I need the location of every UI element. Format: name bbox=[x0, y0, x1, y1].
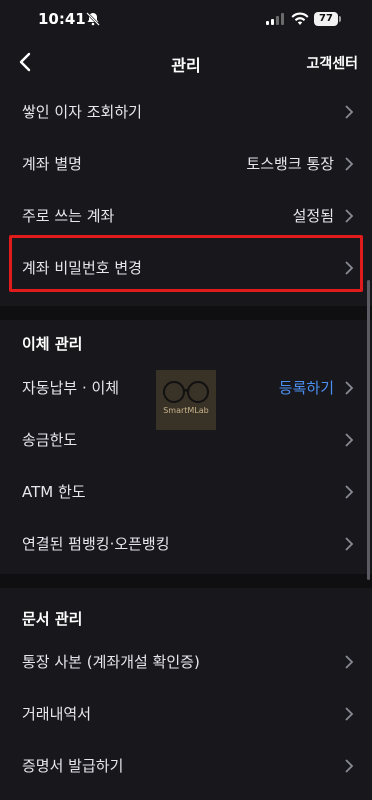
chevron-right-icon bbox=[345, 433, 354, 447]
status-time: 10:41 bbox=[38, 10, 86, 28]
watermark-text: SmartMLab bbox=[163, 406, 209, 415]
row-label: 증명서 발급하기 bbox=[22, 757, 124, 775]
chevron-right-icon bbox=[345, 537, 354, 551]
chevron-right-icon bbox=[345, 655, 354, 669]
row-label: 송금한도 bbox=[22, 431, 78, 449]
register-link[interactable]: 등록하기 bbox=[279, 377, 334, 398]
issue-certificate-row[interactable]: 증명서 발급하기 bbox=[0, 740, 372, 792]
wifi-icon bbox=[291, 12, 309, 25]
watermark-logo: SmartMLab bbox=[156, 370, 216, 430]
chevron-right-icon bbox=[345, 759, 354, 773]
row-label: 주로 쓰는 계좌 bbox=[22, 207, 115, 225]
chevron-right-icon bbox=[345, 157, 354, 171]
transaction-statement-row[interactable]: 거래내역서 bbox=[0, 688, 372, 740]
section-title-documents: 문서 관리 bbox=[22, 610, 83, 628]
interest-inquiry-row[interactable]: 쌓인 이자 조회하기 bbox=[0, 86, 372, 138]
atm-limit-row[interactable]: ATM 한도 bbox=[0, 466, 372, 518]
glasses-icon bbox=[163, 381, 209, 403]
passbook-copy-row[interactable]: 통장 사본 (계좌개설 확인증) bbox=[0, 636, 372, 688]
row-label: 쌓인 이자 조회하기 bbox=[22, 103, 142, 121]
row-label: 거래내역서 bbox=[22, 705, 92, 723]
row-label: 자동납부 · 이체 bbox=[22, 379, 120, 397]
battery-indicator: 77 bbox=[314, 12, 341, 26]
row-value: 토스뱅크 통장 bbox=[246, 155, 334, 173]
row-label: 연결된 펌뱅킹·오픈뱅킹 bbox=[22, 535, 170, 553]
chevron-right-icon bbox=[345, 105, 354, 119]
cellular-signal-icon bbox=[266, 13, 284, 25]
row-label: 계좌 별명 bbox=[22, 155, 82, 173]
section-divider bbox=[0, 574, 372, 588]
chevron-right-icon bbox=[345, 381, 354, 395]
chevron-right-icon bbox=[345, 485, 354, 499]
section-title-transfer: 이체 관리 bbox=[22, 335, 83, 353]
chevron-right-icon bbox=[345, 209, 354, 223]
row-label: ATM 한도 bbox=[22, 483, 86, 501]
bell-muted-icon bbox=[86, 12, 100, 26]
chevron-right-icon bbox=[345, 707, 354, 721]
scrollbar[interactable] bbox=[367, 280, 370, 580]
account-nickname-row[interactable]: 계좌 별명 토스뱅크 통장 bbox=[0, 138, 372, 190]
highlight-box bbox=[9, 235, 363, 292]
firm-open-banking-row[interactable]: 연결된 펌뱅킹·오픈뱅킹 bbox=[0, 518, 372, 570]
row-label: 통장 사본 (계좌개설 확인증) bbox=[22, 653, 200, 671]
row-value: 설정됨 bbox=[292, 207, 334, 225]
status-bar: 10:41 77 bbox=[0, 0, 372, 40]
section-divider bbox=[0, 306, 372, 320]
customer-center-button[interactable]: 고객센터 bbox=[306, 53, 358, 73]
navigation-bar: 관리 고객센터 bbox=[0, 40, 372, 84]
